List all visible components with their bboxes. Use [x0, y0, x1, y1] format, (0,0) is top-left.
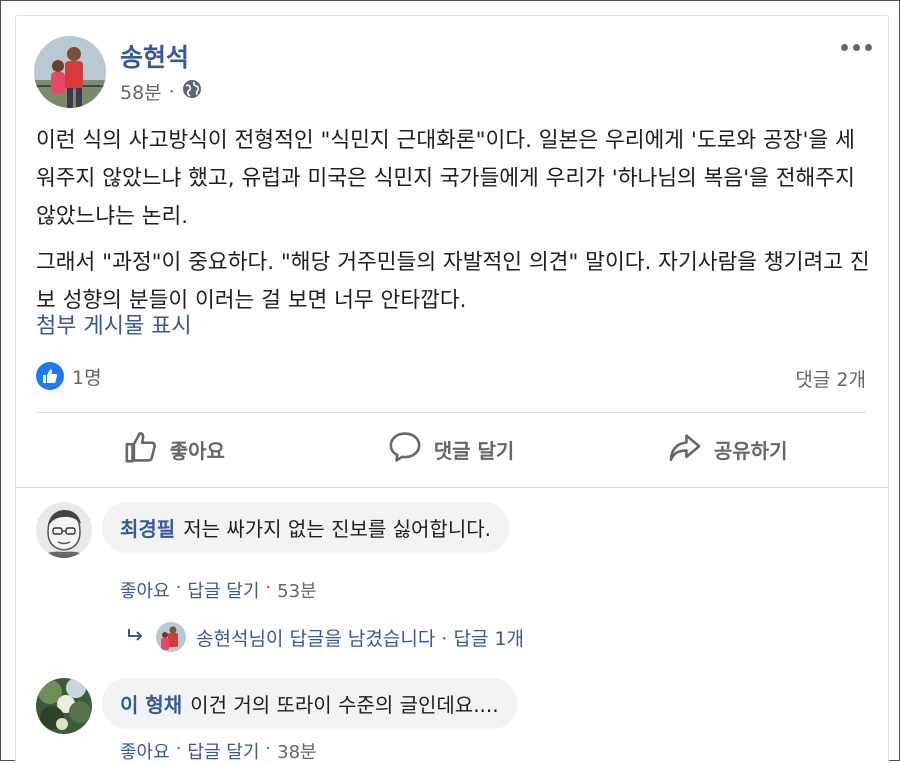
globe-icon[interactable]	[182, 79, 202, 104]
comment-like-link[interactable]: 좋아요	[120, 577, 170, 603]
comments-section: 최경필 저는 싸가지 없는 진보를 싫어합니다. 좋아요 · 답글 달기 · 53…	[16, 488, 888, 763]
comment-button[interactable]: 댓글 달기	[313, 414, 590, 484]
comment-reply-link[interactable]: 답글 달기	[187, 577, 259, 603]
replies-summary[interactable]: 송현석님이 답글을 남겼습니다 · 답글 1개	[126, 622, 524, 652]
post-paragraph-1: 이런 식의 사고방식이 전형적인 "식민지 근대화론"이다. 일본은 우리에게 …	[36, 128, 855, 229]
comment-bubble: 최경필 저는 싸가지 없는 진보를 싫어합니다.	[102, 502, 509, 553]
comment-text: 저는 싸가지 없는 진보를 싫어합니다.	[183, 517, 491, 541]
commenter-name[interactable]: 최경필	[120, 517, 175, 541]
author-name[interactable]: 송현석	[120, 38, 189, 74]
comment-reply-link[interactable]: 답글 달기	[187, 738, 259, 764]
like-button-label: 좋아요	[169, 438, 225, 463]
comment-actions: 좋아요 · 답글 달기 · 53분	[120, 577, 317, 603]
like-button[interactable]: 좋아요	[36, 414, 313, 484]
separator: ·	[265, 577, 272, 598]
comment-time[interactable]: 38분	[277, 738, 316, 764]
post-card: 송현석 58분 · 이런 식의 사고방식이 전형적인 "식민지 근대화론"이다.…	[15, 15, 889, 763]
window-frame: 송현석 58분 · 이런 식의 사고방식이 전형적인 "식민지 근대화론"이다.…	[0, 0, 900, 763]
comment-like-link[interactable]: 좋아요	[120, 738, 170, 764]
comment-text: 이건 거의 또라이 수준의 글인데요....	[190, 693, 499, 717]
post-time[interactable]: 58분	[120, 78, 162, 105]
post-meta: 58분 ·	[120, 78, 202, 105]
comment-bubble: 이 형채 이건 거의 또라이 수준의 글인데요....	[102, 678, 517, 729]
author-avatar[interactable]	[34, 36, 106, 108]
divider	[36, 412, 866, 413]
share-button[interactable]: 공유하기	[589, 414, 866, 484]
speech-bubble-icon	[388, 430, 422, 469]
commenter-name[interactable]: 이 형채	[120, 693, 182, 717]
meta-separator: ·	[168, 80, 175, 103]
see-attachment-link[interactable]: 첨부 게시물 표시	[36, 308, 192, 340]
separator: ·	[175, 738, 182, 759]
commenter-avatar[interactable]	[36, 678, 92, 734]
reply-arrow-icon	[126, 626, 146, 648]
commenter-avatar[interactable]	[36, 502, 92, 558]
more-options-icon[interactable]	[841, 44, 872, 51]
share-button-label: 공유하기	[713, 438, 788, 463]
post-body: 이런 식의 사고방식이 전형적인 "식민지 근대화론"이다. 일본은 우리에게 …	[36, 122, 872, 328]
separator: ·	[175, 577, 182, 598]
comment-button-label: 댓글 달기	[433, 438, 515, 463]
action-bar: 좋아요 댓글 달기 공유하기	[36, 414, 866, 484]
separator: ·	[265, 738, 272, 759]
like-reaction-icon	[36, 362, 64, 390]
reaction-count: 1명	[72, 366, 102, 389]
reaction-summary[interactable]: 1명	[36, 362, 102, 390]
share-arrow-icon	[668, 430, 702, 469]
comment-count[interactable]: 댓글 2개	[795, 365, 866, 392]
comment-time[interactable]: 53분	[277, 577, 316, 603]
thumbs-up-icon	[124, 430, 158, 469]
comment-actions: 좋아요 · 답글 달기 · 38분	[120, 738, 317, 764]
replies-summary-text: 송현석님이 답글을 남겼습니다 · 답글 1개	[196, 627, 525, 650]
reply-author-avatar	[156, 622, 186, 652]
